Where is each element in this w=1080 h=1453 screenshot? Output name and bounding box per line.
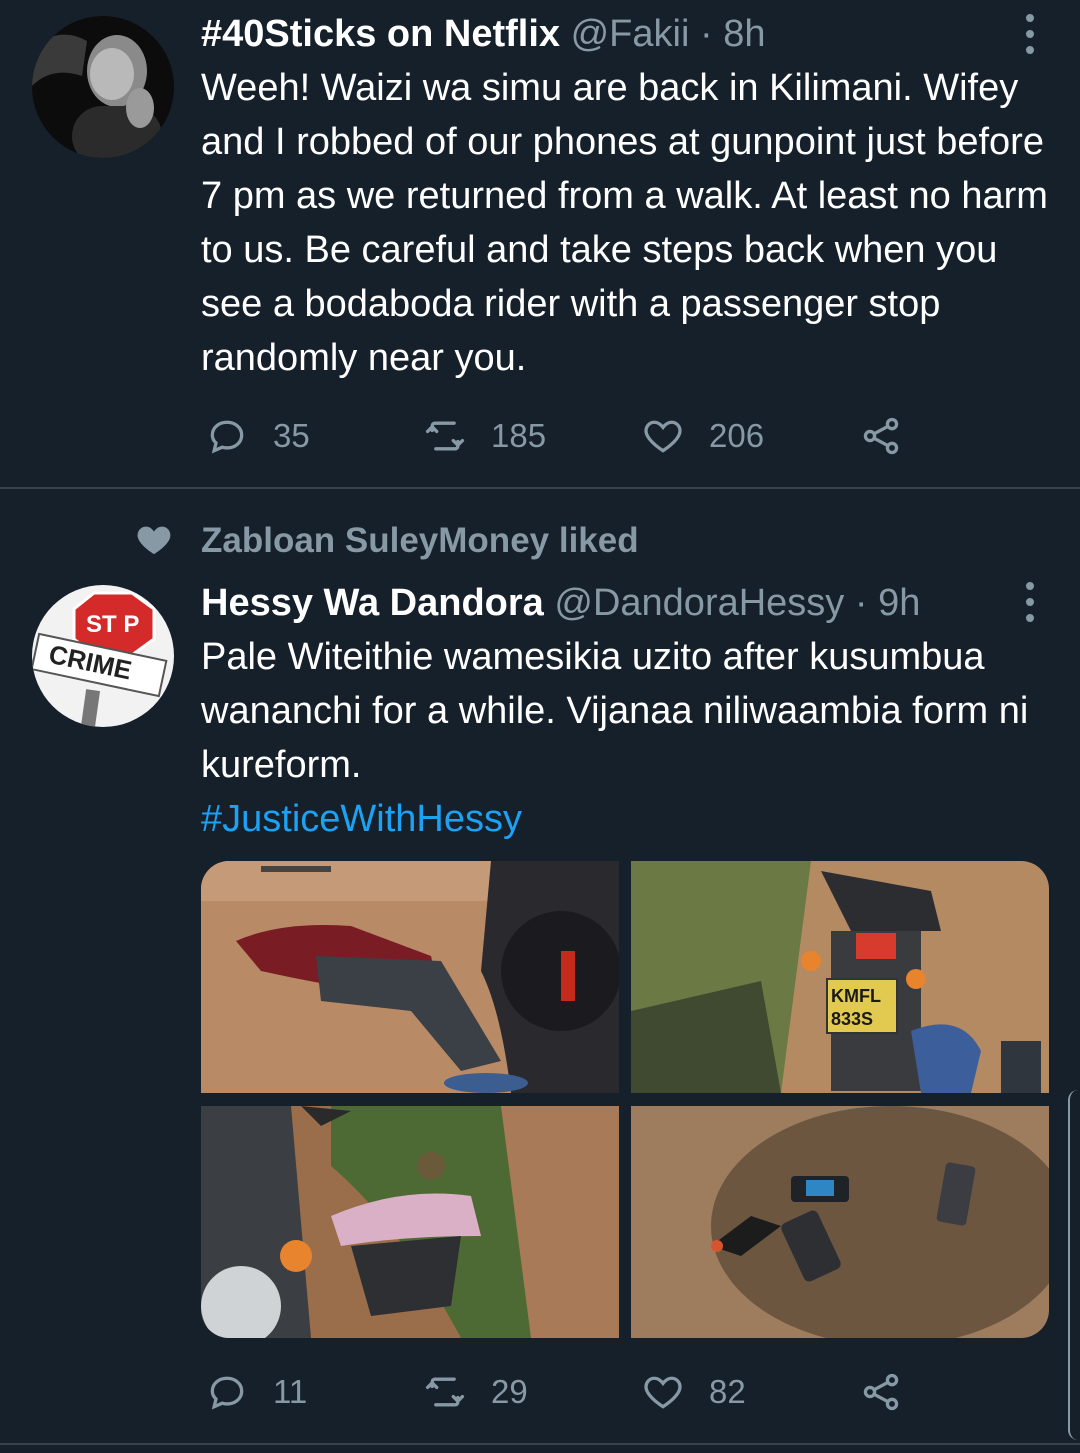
user-handle[interactable]: @Fakii xyxy=(571,13,690,55)
plate-top-text: KMFL xyxy=(831,986,881,1006)
reply-icon xyxy=(210,1376,244,1410)
like-button[interactable]: 82 xyxy=(641,1367,746,1417)
heart-icon xyxy=(137,526,171,555)
hashtag-link[interactable]: #JusticeWithHessy xyxy=(201,792,1051,846)
timestamp[interactable]: 9h xyxy=(878,582,920,624)
tweet-text-block: Pale Witeithie wamesikia uzito after kus… xyxy=(201,630,1051,846)
tweet-divider xyxy=(0,1443,1080,1445)
separator-dot: · xyxy=(699,13,713,55)
media-grid: KMFL 833S xyxy=(201,861,1049,1338)
reply-icon xyxy=(210,420,244,454)
retweet-count: 29 xyxy=(491,1373,528,1410)
share-icon xyxy=(863,1373,899,1411)
like-icon xyxy=(644,1376,682,1409)
avatar-sign-text: ST P xyxy=(86,611,139,638)
timestamp[interactable]: 8h xyxy=(723,13,765,55)
tweet-header: Hessy Wa Dandora @DandoraHessy · 9h xyxy=(201,580,920,626)
reply-button[interactable]: 11 xyxy=(205,1367,307,1417)
like-count: 82 xyxy=(709,1373,746,1410)
media-photo-2[interactable]: KMFL 833S xyxy=(631,861,1049,1093)
liked-by-text[interactable]: Zabloan SuleyMoney liked xyxy=(201,516,639,566)
reply-count: 35 xyxy=(273,417,310,454)
like-icon xyxy=(644,420,682,453)
tweet-actions: 11 29 82 xyxy=(201,1367,921,1417)
plate-bottom-text: 833S xyxy=(831,1009,873,1029)
user-handle[interactable]: @DandoraHessy xyxy=(554,582,844,624)
share-button[interactable] xyxy=(859,411,927,461)
more-icon[interactable] xyxy=(1018,14,1042,54)
retweet-count: 185 xyxy=(491,417,547,454)
retweet-button[interactable]: 185 xyxy=(423,411,546,461)
media-photo-4[interactable] xyxy=(631,1106,1049,1338)
social-context: Zabloan SuleyMoney liked xyxy=(0,516,1080,566)
tweet-header: #40Sticks on Netflix @Fakii · 8h xyxy=(201,11,765,57)
like-count: 206 xyxy=(709,417,765,454)
display-name[interactable]: Hessy Wa Dandora xyxy=(201,582,544,624)
retweet-icon xyxy=(425,421,465,451)
retweet-icon xyxy=(425,1377,465,1407)
more-icon[interactable] xyxy=(1018,582,1042,622)
separator-dot: · xyxy=(854,582,868,624)
tweet-fakii[interactable]: #40Sticks on Netflix @Fakii · 8h Weeh! W… xyxy=(0,0,1080,488)
tweet-text: Weeh! Waizi wa simu are back in Kilimani… xyxy=(201,67,1048,379)
reply-count: 11 xyxy=(273,1373,308,1410)
media-photo-3[interactable] xyxy=(201,1106,619,1338)
share-button[interactable] xyxy=(859,1367,927,1417)
tweet-text: Pale Witeithie wamesikia uzito after kus… xyxy=(201,636,1029,786)
avatar-dandorahessy[interactable]: ST P CRIME xyxy=(32,585,174,727)
share-icon xyxy=(863,417,899,455)
scrollbar[interactable] xyxy=(1068,1090,1080,1440)
tweet-actions: 35 185 206 xyxy=(201,411,921,461)
media-photo-1[interactable] xyxy=(201,861,619,1093)
reply-button[interactable]: 35 xyxy=(205,411,310,461)
like-button[interactable]: 206 xyxy=(641,411,764,461)
avatar-fakii[interactable] xyxy=(32,16,174,158)
retweet-button[interactable]: 29 xyxy=(423,1367,528,1417)
display-name[interactable]: #40Sticks on Netflix xyxy=(201,13,560,55)
tweet-divider xyxy=(0,487,1080,489)
